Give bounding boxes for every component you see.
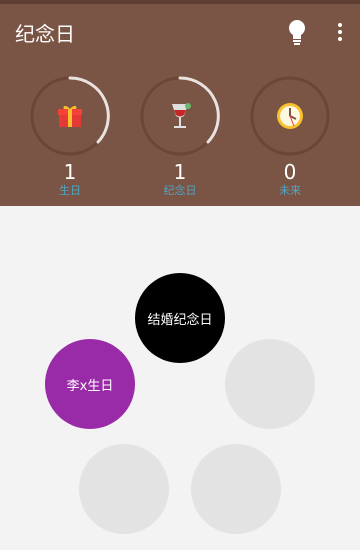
header: 纪念日 1 生日 1 纪念日 0 未来 [0,0,360,206]
anniversary-count: 1 [173,160,187,184]
empty-bubble[interactable] [191,444,281,534]
birthday-label: 生日 [59,184,81,197]
gift-icon [54,100,86,132]
empty-bubble[interactable] [225,339,315,429]
clock-icon [274,100,306,132]
future-count: 0 [283,160,297,184]
event-bubble-wedding-anniversary[interactable]: 结婚纪念日 [135,273,225,363]
stat-birthday[interactable]: 1 生日 [28,74,112,197]
empty-bubble[interactable] [79,444,169,534]
event-bubble-birthday[interactable]: 李x生日 [45,339,135,429]
app-title: 纪念日 [15,22,75,46]
stat-future[interactable]: 0 未来 [248,74,332,197]
lightbulb-icon[interactable] [285,18,309,46]
wine-glass-icon [164,100,196,132]
anniversary-label: 纪念日 [163,184,197,197]
future-label: 未来 [279,184,301,197]
more-options-icon[interactable] [330,20,350,44]
birthday-count: 1 [63,160,77,184]
stat-anniversary[interactable]: 1 纪念日 [138,74,222,197]
